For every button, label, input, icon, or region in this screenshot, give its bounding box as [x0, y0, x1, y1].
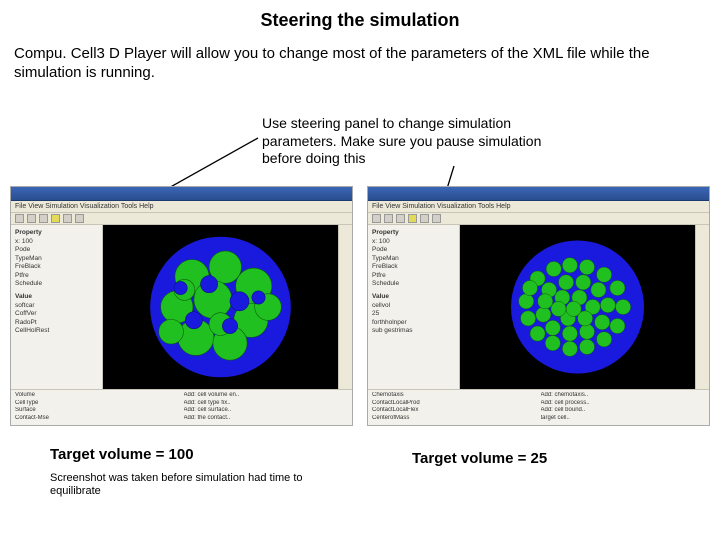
panel-row: 25 — [372, 310, 455, 318]
simulation-canvas — [460, 225, 695, 389]
caption-right: Target volume = 25 — [412, 450, 547, 467]
plugin-row: Chemotaxis — [372, 392, 537, 400]
panel-row: CoffVer — [15, 310, 98, 318]
plugin-row: ContactLocalProd — [372, 400, 537, 408]
cell-field-large — [109, 231, 332, 383]
plugin-col: Volume CellType Surface Contact-Mse — [15, 392, 180, 423]
steering-panel: Property x: 100 Pode TypeMan FreBlack Pt… — [11, 225, 103, 389]
window-titlebar — [368, 187, 709, 201]
panel-header: Value — [372, 293, 455, 300]
plugin-panel: Volume CellType Surface Contact-Mse Add:… — [11, 389, 352, 425]
panel-row: TypeMan — [15, 255, 98, 263]
footnote: Screenshot was taken before simulation h… — [50, 472, 320, 498]
slide: Steering the simulation Compu. Cell3 D P… — [0, 0, 720, 540]
plugin-row: Add: chemotaxis.. — [541, 392, 706, 400]
panel-row: Pode — [372, 246, 455, 254]
panel-row: FreBlack — [15, 263, 98, 271]
steering-panel: Property x: 100 Pode TypeMan FreBlack Pt… — [368, 225, 460, 389]
simulation-canvas — [103, 225, 338, 389]
window-toolbar — [368, 213, 709, 225]
screenshot-row: File View Simulation Visualization Tools… — [10, 186, 710, 426]
plugin-col: Add: cell volume en.. Add: cell type fix… — [184, 392, 349, 423]
window-right-gutter — [695, 225, 709, 389]
caption-left: Target volume = 100 — [50, 446, 194, 463]
panel-row: TypeMan — [372, 255, 455, 263]
plugin-row: Add: cell surface.. — [184, 407, 349, 415]
plugin-row: target cell.. — [541, 415, 706, 423]
panel-row: cellvol — [372, 302, 455, 310]
toolbar-button — [408, 214, 417, 223]
plugin-row: Add: cell volume en.. — [184, 392, 349, 400]
screenshot-left: File View Simulation Visualization Tools… — [10, 186, 353, 426]
panel-row: Ptfre — [15, 272, 98, 280]
window-content: Property x: 100 Pode TypeMan FreBlack Pt… — [11, 225, 352, 389]
plugin-row: ContactLocalFlex — [372, 407, 537, 415]
window-menubar: File View Simulation Visualization Tools… — [11, 201, 352, 213]
window-right-gutter — [338, 225, 352, 389]
window-toolbar — [11, 213, 352, 225]
panel-row: sub gestrimas — [372, 327, 455, 335]
panel-row: x: 100 — [15, 238, 98, 246]
toolbar-button — [420, 214, 429, 223]
toolbar-button — [396, 214, 405, 223]
panel-header: Property — [15, 229, 98, 236]
toolbar-button — [15, 214, 24, 223]
plugin-row: Add: cell bound.. — [541, 407, 706, 415]
panel-row: forthholnper — [372, 319, 455, 327]
panel-row: Pode — [15, 246, 98, 254]
panel-row: Ptfre — [372, 272, 455, 280]
window-menubar: File View Simulation Visualization Tools… — [368, 201, 709, 213]
toolbar-button — [39, 214, 48, 223]
plugin-row: CellType — [15, 400, 180, 408]
slide-body-text: Compu. Cell3 D Player will allow you to … — [14, 45, 706, 83]
plugin-col: Add: chemotaxis.. Add: cell process.. Ad… — [541, 392, 706, 423]
panel-row: softcar — [15, 302, 98, 310]
screenshot-right: File View Simulation Visualization Tools… — [367, 186, 710, 426]
slide-title: Steering the simulation — [10, 10, 710, 31]
window-content: Property x: 100 Pode TypeMan FreBlack Pt… — [368, 225, 709, 389]
plugin-row: CenterofMass — [372, 415, 537, 423]
panel-row: x: 100 — [372, 238, 455, 246]
toolbar-button — [384, 214, 393, 223]
panel-row: Schedule — [372, 280, 455, 288]
plugin-row: Volume — [15, 392, 180, 400]
toolbar-button — [75, 214, 84, 223]
plugin-col: Chemotaxis ContactLocalProd ContactLocal… — [372, 392, 537, 423]
cell-field-small — [466, 231, 689, 383]
toolbar-button — [51, 214, 60, 223]
panel-row: Schedule — [15, 280, 98, 288]
toolbar-button — [432, 214, 441, 223]
panel-row: FreBlack — [372, 263, 455, 271]
toolbar-button — [63, 214, 72, 223]
window-titlebar — [11, 187, 352, 201]
toolbar-button — [372, 214, 381, 223]
plugin-panel: Chemotaxis ContactLocalProd ContactLocal… — [368, 389, 709, 425]
plugin-row: Surface — [15, 407, 180, 415]
plugin-row: Add: cell type fix.. — [184, 400, 349, 408]
panel-header: Value — [15, 293, 98, 300]
plugin-row: Contact-Mse — [15, 415, 180, 423]
panel-row: RadoPt — [15, 319, 98, 327]
plugin-row: Add: cell process.. — [541, 400, 706, 408]
plugin-row: Add: the contact.. — [184, 415, 349, 423]
steering-hint-text: Use steering panel to change simulation … — [262, 115, 572, 168]
panel-header: Property — [372, 229, 455, 236]
panel-row: CellHolRest — [15, 327, 98, 335]
toolbar-button — [27, 214, 36, 223]
